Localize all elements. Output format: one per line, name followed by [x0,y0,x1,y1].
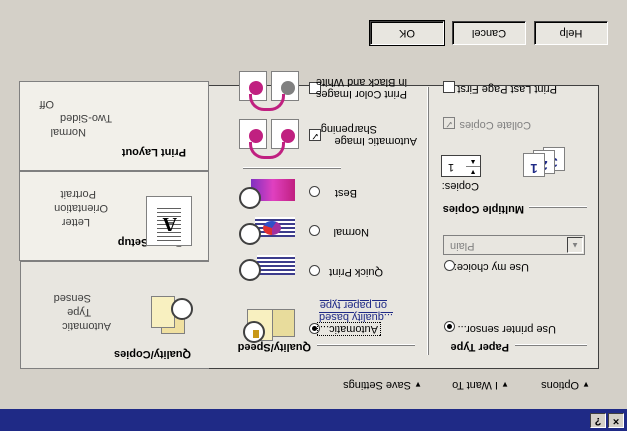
print-bw-line2[interactable]: in Black and White [316,76,407,88]
help-button[interactable]: Help [534,21,608,45]
paper-setup-icon: A [146,196,192,246]
paper-type-heading: Paper Type [450,341,510,353]
copies-value: 1 [448,161,455,173]
quality-link-line2[interactable]: on paper type [320,299,387,311]
copies-separator [529,207,587,208]
print-bw-line1[interactable]: Print Color Images [316,88,407,100]
tab-quality-line2: Type [67,306,91,318]
save-settings-menu[interactable]: ▼ Save Settings [343,379,422,391]
quality-copies-icon [147,288,197,338]
dialog: × ? ▼ Options ▼ I Want To ▼ Save Setting… [0,0,627,431]
spinner-up-icon[interactable]: ▲ [466,157,480,166]
options-label: Options [541,379,580,391]
tab-quality-copies[interactable]: Quality/Copies Automatic Type Sensed [20,261,209,369]
best-quality-icon [233,175,295,209]
tab-paper-line3: Portrait [60,188,96,200]
layout-separator [243,168,341,169]
collate-checkbox[interactable]: ✓ [443,117,455,129]
paper-type-select[interactable]: ▲ Plain [443,235,585,255]
tab-paper-setup[interactable]: Paper Setup Letter Orientation Portrait … [19,171,209,261]
i-want-to-label: I Want To [452,379,499,391]
normal-label[interactable]: Normal [334,226,369,238]
copies-spinner[interactable]: ▼ ▲ 1 [441,155,481,177]
spinner-down-icon[interactable]: ▼ [466,166,480,176]
normal-radio[interactable] [309,225,320,236]
tab-layout-line3: Off [39,98,54,110]
tab-print-layout[interactable]: Print Layout Normal Two-Sided Off [19,81,209,171]
use-sensor-label[interactable]: Use printer sensor... [458,323,556,335]
quality-separator [317,345,415,346]
ok-button[interactable]: OK [369,20,445,46]
best-label[interactable]: Best [335,187,357,199]
auto-sharpen-line2[interactable]: Sharpening [321,123,377,135]
auto-sharpen-line1[interactable]: Automatic Image [334,135,417,147]
use-sensor-radio[interactable] [444,321,455,332]
tab-paper-line2: Orientation [54,202,108,214]
paper-type-value: Plain [450,240,475,252]
sharpening-icon [237,117,299,159]
tab-quality-copies-title: Quality/Copies [113,348,191,360]
quick-print-icon [233,253,295,281]
multiple-copies-heading: Multiple Copies [442,203,524,215]
quick-print-radio[interactable] [309,265,320,276]
tab-layout-line1: Normal [50,126,86,138]
normal-quality-icon [233,213,295,245]
print-last-first-checkbox[interactable] [443,81,455,93]
options-menu[interactable]: ▼ Options [541,379,590,391]
tab-layout-line2: Two-Sided [60,112,112,124]
auto-sharpen-checkbox[interactable]: ✓ [309,129,321,141]
save-settings-label: Save Settings [343,379,412,391]
tab-quality-line1: Automatic [62,320,111,332]
use-choice-label[interactable]: Use my choice: [454,261,529,273]
print-last-first-label[interactable]: Print Last Page First [457,83,557,95]
automatic-label[interactable]: Automatic... [316,322,381,336]
close-icon[interactable]: × [608,413,624,428]
column-separator [428,87,429,355]
automatic-quality-icon [233,305,295,343]
chevron-down-icon[interactable]: ▲ [567,237,583,253]
help-icon[interactable]: ? [590,413,606,428]
cancel-button[interactable]: Cancel [452,21,526,45]
tab-quality-line3: Sensed [53,292,91,304]
i-want-to-menu[interactable]: ▼ I Want To [452,379,509,391]
collate-label[interactable]: Collate Copies [459,119,531,131]
tab-paper-line1: Letter [61,216,90,228]
black-white-icon [237,69,299,111]
tab-print-layout-title: Print Layout [121,146,186,158]
paper-type-separator [515,345,587,346]
quality-link-line1[interactable]: ...quality based [319,311,393,323]
quick-print-label[interactable]: Quick Print [329,266,383,278]
copies-label: Copies: [441,180,479,192]
best-radio[interactable] [309,186,320,197]
collate-pages-icon: 3 2 1 [521,147,565,177]
title-bar: × ? [0,409,627,431]
